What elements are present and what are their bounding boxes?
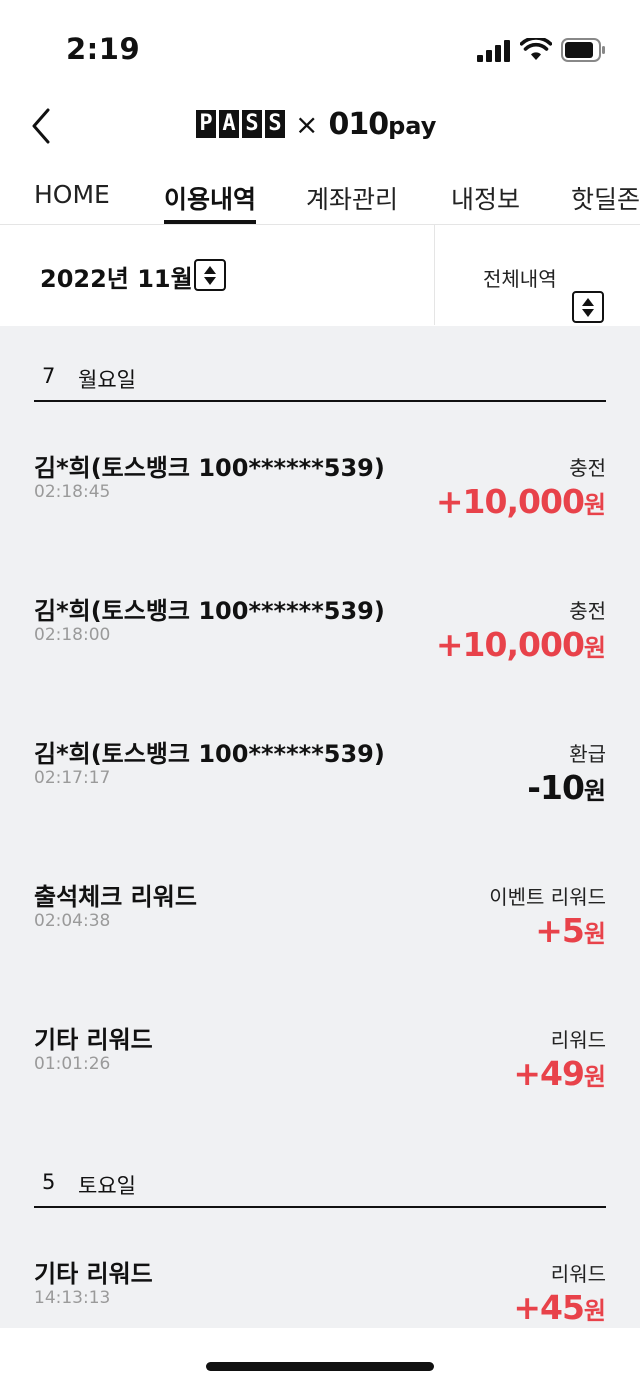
transaction-list[interactable]: 7 월요일 김*희(토스뱅크 100******539) 02:18:45 충전… [0,326,640,1328]
tab-bar: HOME 이용내역 계좌관리 내정보 핫딜존 [0,172,640,225]
tab-account[interactable]: 계좌관리 [306,180,398,216]
status-bar: 2:19 [0,0,640,100]
transaction-title: 출석체크 리워드 [34,883,197,911]
battery-icon [561,38,605,62]
tab-history[interactable]: 이용내역 [164,180,256,216]
home-indicator[interactable] [206,1362,434,1371]
transaction-amount: +49원 [513,1054,606,1093]
transaction-item[interactable]: 기타 리워드 14:13:13 리워드 +45원 [34,1254,606,1328]
transaction-item[interactable]: 김*희(토스뱅크 100******539) 02:18:00 충전 +10,0… [34,591,606,721]
transaction-time: 02:17:17 [34,768,111,788]
transaction-amount: +45원 [513,1288,606,1327]
transaction-time: 14:13:13 [34,1288,111,1308]
cross-sign: × [295,107,319,141]
transaction-type: 리워드 [550,1262,606,1286]
transaction-item[interactable]: 출석체크 리워드 02:04:38 이벤트 리워드 +5원 [34,877,606,1007]
cellular-signal-icon [477,40,510,62]
pass-010pay-logo: P A S S × 010pay [196,106,437,142]
filter-type-label[interactable]: 전체내역 [483,263,557,292]
transaction-time: 01:01:26 [34,1054,111,1074]
day-header: 7 월요일 [34,326,606,402]
day-header: 5 토요일 [34,1132,606,1208]
tab-hot-deal[interactable]: 핫딜존 [571,180,640,216]
transaction-title: 기타 리워드 [34,1026,153,1054]
filter-bar: 2022년 11월 전체내역 [0,225,640,325]
tab-home[interactable]: HOME [34,180,110,209]
transaction-title: 김*희(토스뱅크 100******539) [34,597,385,625]
transaction-amount: +10,000원 [435,482,606,521]
tab-my-info[interactable]: 내정보 [451,180,520,216]
day-number: 7 [42,364,56,388]
month-selector-icon[interactable] [194,259,226,291]
transaction-amount: +5원 [535,911,606,950]
transaction-title: 김*희(토스뱅크 100******539) [34,740,385,768]
transaction-amount: +10,000원 [435,625,606,664]
transaction-type: 충전 [569,456,606,480]
day-weekday: 월요일 [78,368,136,392]
transaction-type: 이벤트 리워드 [489,885,606,909]
status-time: 2:19 [66,32,141,66]
wifi-icon [520,38,552,60]
transaction-amount: -10원 [527,768,606,807]
transaction-title: 기타 리워드 [34,1260,153,1288]
day-weekday: 토요일 [78,1174,136,1198]
transaction-item[interactable]: 김*희(토스뱅크 100******539) 02:18:45 충전 +10,0… [34,448,606,578]
pass-logo: P A S S [196,110,285,138]
filter-type-selector-icon[interactable] [572,291,604,323]
filter-divider [434,225,435,325]
transaction-item[interactable]: 기타 리워드 01:01:26 리워드 +49원 [34,1020,606,1150]
month-label[interactable]: 2022년 11월 [40,259,193,294]
transaction-time: 02:04:38 [34,911,111,931]
010pay-logo: 010pay [328,106,437,142]
transaction-type: 충전 [569,599,606,623]
transaction-type: 리워드 [550,1028,606,1052]
transaction-time: 02:18:45 [34,482,111,502]
transaction-type: 환급 [569,742,606,766]
transaction-time: 02:18:00 [34,625,111,645]
transaction-title: 김*희(토스뱅크 100******539) [34,454,385,482]
day-number: 5 [42,1170,56,1194]
back-arrow-icon[interactable] [26,104,58,148]
transaction-item[interactable]: 김*희(토스뱅크 100******539) 02:17:17 환급 -10원 [34,734,606,864]
active-tab-indicator [164,220,256,224]
app-header: P A S S × 010pay [0,100,640,160]
